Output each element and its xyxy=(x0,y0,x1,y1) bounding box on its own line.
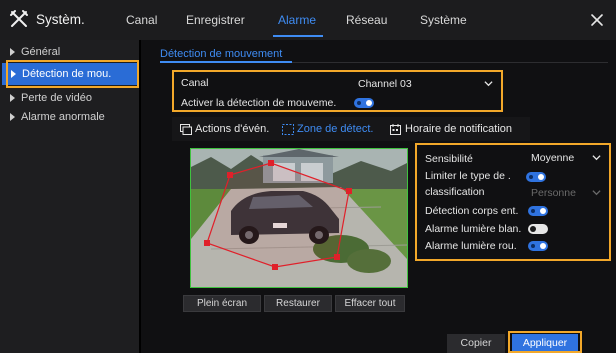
sidebar xyxy=(0,40,139,353)
sidebar-item-abnormal-alarm[interactable]: Alarme anormale xyxy=(10,111,105,123)
expand-arrow-icon xyxy=(10,48,15,56)
expand-arrow-icon xyxy=(11,70,16,78)
classification-label: classification xyxy=(425,186,485,198)
channel-label: Canal xyxy=(181,77,209,89)
tab-alarme[interactable]: Alarme xyxy=(278,13,316,27)
tab-event-actions[interactable]: Actions d'évén. xyxy=(180,123,269,135)
tab-notification-schedule[interactable]: Horaire de notification xyxy=(390,123,512,135)
close-icon[interactable] xyxy=(589,12,605,28)
actions-icon xyxy=(180,123,192,135)
white-light-toggle[interactable] xyxy=(528,224,548,234)
subtab-label: Actions d'évén. xyxy=(195,123,270,135)
channel-select-value: Channel 03 xyxy=(358,78,412,90)
camera-scene xyxy=(191,149,407,287)
red-light-label: Alarme lumière rou. xyxy=(425,240,517,252)
section-title: Détection de mouvement xyxy=(160,48,283,60)
restore-button[interactable]: Restaurer xyxy=(264,295,332,312)
subtab-label: Horaire de notification xyxy=(405,123,513,135)
body-detection-label: Détection corps ent. xyxy=(425,205,519,217)
expand-arrow-icon xyxy=(10,94,15,102)
zone-icon xyxy=(282,123,294,135)
sidebar-item-label: Alarme anormale xyxy=(21,111,105,123)
tab-enregistrer[interactable]: Enregistrer xyxy=(186,13,245,27)
limit-type-toggle[interactable] xyxy=(526,172,546,182)
enable-detection-toggle[interactable] xyxy=(354,98,374,108)
logo: Systèm. xyxy=(9,9,85,29)
active-tab-indicator xyxy=(273,35,323,37)
sidebar-item-label: Général xyxy=(21,46,61,58)
tools-icon xyxy=(10,10,28,27)
video-preview[interactable] xyxy=(190,148,408,288)
sidebar-item-video-loss[interactable]: Perte de vidéo xyxy=(10,92,92,104)
tab-reseau[interactable]: Réseau xyxy=(346,13,387,27)
sidebar-item-label: Détection de mou. xyxy=(22,68,112,80)
body-detection-toggle[interactable] xyxy=(528,206,548,216)
enable-detection-label: Activer la détection de mouveme. xyxy=(181,97,337,109)
sidebar-item-general[interactable]: Général xyxy=(10,46,60,58)
sensitivity-value: Moyenne xyxy=(531,152,575,164)
copy-button[interactable]: Copier xyxy=(447,334,505,353)
classification-select[interactable]: Personne xyxy=(526,184,607,202)
clear-all-button[interactable]: Effacer tout xyxy=(335,295,405,312)
sensitivity-select[interactable]: Moyenne xyxy=(526,149,607,167)
fullscreen-button[interactable]: Plein écran xyxy=(183,295,261,312)
chevron-down-icon xyxy=(592,155,601,161)
expand-arrow-icon xyxy=(10,113,15,121)
limit-type-label: Limiter le type de . xyxy=(425,170,511,182)
subtab-label: Zone de détect. xyxy=(297,123,374,135)
sidebar-item-motion-detection[interactable]: Détection de mou. xyxy=(2,63,137,85)
red-light-toggle[interactable] xyxy=(528,241,548,251)
app-title: Systèm. xyxy=(36,11,85,27)
tab-canal[interactable]: Canal xyxy=(126,13,157,27)
calendar-icon xyxy=(390,123,401,135)
classification-value: Personne xyxy=(531,187,576,199)
tab-systeme[interactable]: Système xyxy=(420,13,467,27)
tab-detection-zone[interactable]: Zone de détect. xyxy=(282,123,373,135)
chevron-down-icon xyxy=(484,81,493,87)
sensitivity-label: Sensibilité xyxy=(425,153,473,165)
channel-select[interactable]: Channel 03 xyxy=(353,75,499,93)
white-light-label: Alarme lumière blan. xyxy=(425,223,522,235)
section-title-underline xyxy=(160,61,292,63)
apply-button[interactable]: Appliquer xyxy=(512,334,578,353)
sidebar-item-label: Perte de vidéo xyxy=(21,92,92,104)
chevron-down-icon xyxy=(592,190,601,196)
top-bar: Systèm. Canal Enregistrer Alarme Réseau … xyxy=(0,0,616,40)
